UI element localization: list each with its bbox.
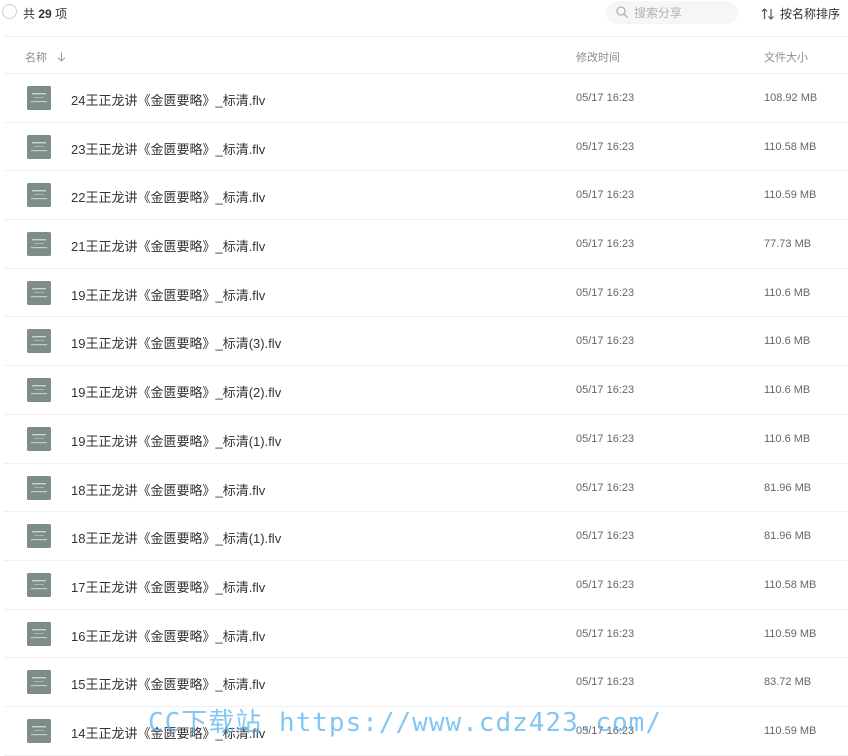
file-name[interactable]: 18王正龙讲《金匮要略》_标清.flv (71, 480, 265, 499)
file-row[interactable]: 19王正龙讲《金匮要略》_标清(3).flv 05/17 16:23 110.6 M… (4, 317, 848, 367)
file-row[interactable]: 23王正龙讲《金匮要略》_标清.flv 05/17 16:23 110.58 MB (4, 123, 848, 172)
file-list: 24王正龙讲《金匮要略》_标清.flv 05/17 16:23 108.92 MB 2… (4, 74, 848, 756)
file-row[interactable]: 22王正龙讲《金匮要略》_标清.flv 05/17 16:23 110.59 MB (4, 171, 848, 221)
video-thumbnail-icon (27, 621, 51, 646)
file-modified-time: 05/17 16:23 (576, 530, 635, 543)
file-name[interactable]: 23王正龙讲《金匮要略》_标清.flv (71, 139, 265, 158)
video-thumbnail-icon (27, 524, 51, 549)
file-size: 77.73 MB (764, 238, 812, 251)
file-row[interactable]: 18王正龙讲《金匮要略》_标清(1).flv 05/17 16:23 81.96 M… (4, 512, 848, 561)
file-size: 83.72 MB (764, 676, 812, 689)
file-modified-time: 05/17 16:23 (576, 432, 635, 445)
file-modified-time: 05/17 16:23 (576, 384, 635, 397)
file-modified-time: 05/17 16:23 (576, 335, 635, 348)
file-size: 81.96 MB (764, 481, 812, 494)
file-name[interactable]: 16王正龙讲《金匮要略》_标清.flv (71, 626, 265, 645)
sort-icon (761, 7, 774, 20)
file-modified-time: 05/17 16:23 (576, 189, 635, 202)
video-thumbnail-icon (27, 378, 51, 403)
file-name[interactable]: 22王正龙讲《金匮要略》_标清.flv (71, 187, 265, 206)
video-thumbnail-icon (27, 572, 51, 597)
file-name[interactable]: 17王正龙讲《金匮要略》_标清.flv (71, 577, 265, 596)
search-icon (616, 6, 628, 18)
file-row[interactable]: 19王正龙讲《金匮要略》_标清(2).flv 05/17 16:23 110.6 M… (4, 366, 848, 415)
file-size: 110.58 MB (764, 140, 817, 153)
file-size: 110.59 MB (764, 189, 817, 202)
file-size: 110.6 MB (764, 432, 811, 445)
file-modified-time: 05/17 16:23 (576, 140, 635, 153)
file-size: 110.59 MB (764, 724, 817, 737)
file-size: 110.6 MB (764, 384, 811, 397)
file-size: 108.92 MB (764, 92, 818, 104)
video-thumbnail-icon (27, 134, 51, 159)
file-row[interactable]: 17王正龙讲《金匮要略》_标清.flv 05/17 16:23 110.58 MB (4, 561, 848, 610)
video-thumbnail-icon (27, 718, 51, 743)
file-name[interactable]: 19王正龙讲《金匮要略》_标清(2).flv (71, 382, 281, 401)
file-name[interactable]: 18王正龙讲《金匮要略》_标清(1).flv (71, 528, 281, 547)
search-box[interactable] (606, 1, 738, 24)
sort-button[interactable]: 按名称排序 (761, 5, 840, 22)
item-count: 共 29 项 (23, 7, 68, 21)
select-all-checkbox[interactable] (2, 4, 17, 19)
video-thumbnail-icon (27, 475, 51, 500)
file-row[interactable]: 19王正龙讲《金匮要略》_标清.flv 05/17 16:23 110.6 MB (4, 269, 848, 318)
file-modified-time: 05/17 16:23 (576, 578, 635, 591)
file-row[interactable]: 18王正龙讲《金匮要略》_标清.flv 05/17 16:23 81.96 MB (4, 464, 848, 513)
file-size: 81.96 MB (764, 530, 812, 543)
file-modified-time: 05/17 16:23 (576, 286, 635, 299)
file-modified-time: 05/17 16:23 (576, 676, 635, 689)
video-thumbnail-icon (27, 183, 51, 208)
file-modified-time: 05/17 16:23 (576, 92, 635, 104)
file-row[interactable]: 15王正龙讲《金匮要略》_标清.flv 05/17 16:23 83.72 MB (4, 658, 848, 707)
file-row[interactable]: 24王正龙讲《金匮要略》_标清.flv 05/17 16:23 108.92 MB (4, 74, 848, 123)
file-modified-time: 05/17 16:23 (576, 627, 635, 640)
file-modified-time: 05/17 16:23 (576, 481, 635, 494)
file-name[interactable]: 15王正龙讲《金匮要略》_标清.flv (71, 674, 265, 693)
sort-label: 按名称排序 (780, 7, 841, 21)
file-name[interactable]: 19王正龙讲《金匮要略》_标清(1).flv (71, 431, 281, 450)
watermark: CC下载站 https://www.cdz423.com/ (148, 708, 662, 738)
file-name[interactable]: 24王正龙讲《金匮要略》_标清.flv (71, 90, 265, 109)
file-size: 110.6 MB (764, 286, 811, 299)
file-row[interactable]: 19王正龙讲《金匮要略》_标清(1).flv 05/17 16:23 110.6 M… (4, 415, 848, 464)
video-thumbnail-icon (27, 426, 51, 451)
toolbar: 共 29 项 按名称排序 (0, 0, 848, 28)
video-thumbnail-icon (27, 232, 51, 257)
file-size: 110.6 MB (764, 335, 811, 348)
column-name[interactable]: 名称 (25, 49, 66, 65)
arrow-down-icon (57, 52, 66, 62)
file-name[interactable]: 19王正龙讲《金匮要略》_标清.flv (71, 285, 265, 304)
video-thumbnail-icon (27, 86, 51, 110)
file-size: 110.58 MB (764, 578, 817, 591)
column-size[interactable]: 文件大小 (764, 49, 808, 65)
list-header: 名称 修改时间 文件大小 (4, 36, 848, 74)
video-thumbnail-icon (27, 329, 51, 354)
search-input[interactable] (634, 3, 734, 22)
file-name[interactable]: 21王正龙讲《金匮要略》_标清.flv (71, 236, 265, 255)
video-thumbnail-icon (27, 280, 51, 305)
file-name[interactable]: 19王正龙讲《金匮要略》_标清(3).flv (71, 333, 281, 352)
file-size: 110.59 MB (764, 627, 817, 640)
video-thumbnail-icon (27, 670, 51, 695)
file-modified-time: 05/17 16:23 (576, 238, 635, 251)
file-row[interactable]: 16王正龙讲《金匮要略》_标清.flv 05/17 16:23 110.59 MB (4, 610, 848, 659)
file-row[interactable]: 21王正龙讲《金匮要略》_标清.flv 05/17 16:23 77.73 MB (4, 220, 848, 269)
column-time[interactable]: 修改时间 (576, 49, 620, 65)
